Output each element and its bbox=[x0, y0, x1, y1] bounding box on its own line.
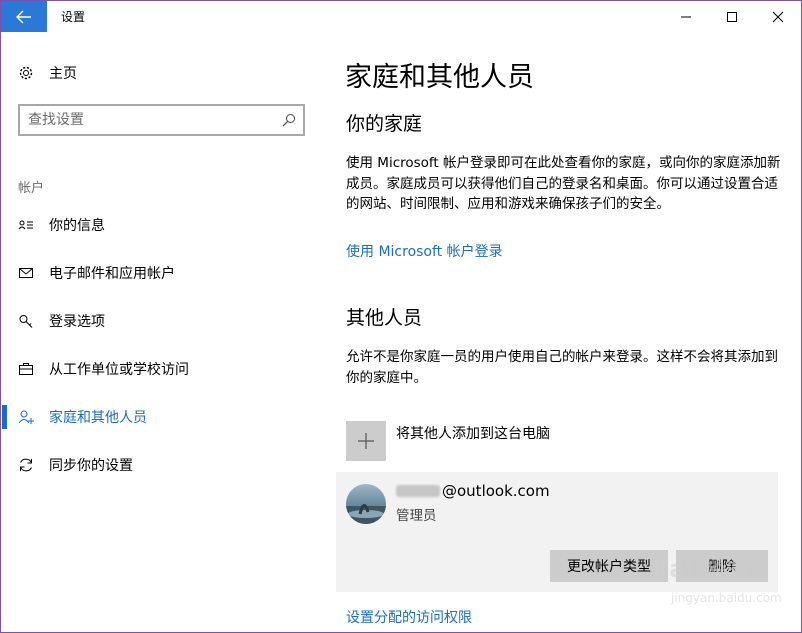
sidebar-item-label: 家庭和其他人员 bbox=[49, 410, 147, 426]
nav-home[interactable]: 主页 bbox=[17, 61, 297, 85]
key-icon bbox=[17, 312, 35, 330]
redacted-name bbox=[396, 485, 440, 497]
window-title: 设置 bbox=[61, 10, 86, 24]
search-box[interactable] bbox=[18, 104, 305, 136]
search-input[interactable] bbox=[28, 110, 268, 130]
minimize-button[interactable] bbox=[663, 1, 709, 32]
maximize-icon bbox=[727, 11, 737, 22]
close-icon bbox=[772, 11, 784, 22]
sidebar-item-family-other-people[interactable]: 家庭和其他人员 bbox=[17, 404, 307, 430]
other-people-description: 允许不是你家庭一员的用户使用自己的帐户来登录。这样不会将其添加到你的家庭中。 bbox=[346, 349, 778, 386]
add-person-button[interactable] bbox=[346, 421, 386, 461]
sidebar-item-label: 电子邮件和应用帐户 bbox=[49, 266, 175, 282]
assigned-access-link[interactable]: 设置分配的访问权限 bbox=[346, 607, 472, 627]
sidebar-item-work-school[interactable]: 从工作单位或学校访问 bbox=[17, 356, 307, 382]
avatar bbox=[346, 484, 386, 524]
sidebar-item-label: 你的信息 bbox=[49, 218, 105, 234]
contact-card-icon bbox=[17, 216, 35, 234]
maximize-button[interactable] bbox=[709, 1, 755, 32]
close-button[interactable] bbox=[755, 1, 801, 32]
section-label-accounts: 帐户 bbox=[18, 181, 45, 196]
watermark-brand: Bai 经验 bbox=[651, 555, 751, 583]
account-email-suffix: @outlook.com bbox=[442, 482, 550, 500]
page-title: 家庭和其他人员 bbox=[345, 62, 534, 93]
add-person-label[interactable]: 将其他人添加到这台电脑 bbox=[396, 423, 550, 443]
family-description: 使用 Microsoft 帐户登录即可在此处查看你的家庭，或向你的家庭添加新成员… bbox=[346, 155, 781, 212]
account-role: 管理员 bbox=[396, 508, 437, 524]
minimize-icon bbox=[681, 16, 691, 17]
gear-icon bbox=[17, 64, 35, 82]
other-people-heading: 其他人员 bbox=[346, 307, 423, 329]
plus-icon bbox=[358, 433, 374, 449]
sidebar-item-your-info[interactable]: 你的信息 bbox=[17, 212, 307, 238]
family-heading: 你的家庭 bbox=[346, 113, 423, 135]
back-button[interactable] bbox=[1, 1, 47, 32]
mail-icon bbox=[17, 264, 35, 282]
nav-home-label: 主页 bbox=[49, 66, 77, 82]
search-icon[interactable] bbox=[281, 112, 297, 128]
settings-window: 设置 主页 查找设置 帐户 你的信息 电子邮件和应用帐户 登录选项 从工作单位或… bbox=[0, 0, 802, 633]
sidebar-item-label: 同步你的设置 bbox=[49, 458, 133, 474]
sidebar-item-label: 登录选项 bbox=[49, 314, 105, 330]
sync-icon bbox=[17, 456, 35, 474]
briefcase-icon bbox=[17, 360, 35, 378]
sidebar-item-sign-in-options[interactable]: 登录选项 bbox=[17, 308, 307, 334]
title-bar: 设置 bbox=[1, 1, 801, 32]
add-person-icon bbox=[17, 408, 35, 426]
watermark: Bai 经验 jingyan.baidu.com bbox=[641, 541, 791, 621]
sign-in-microsoft-link[interactable]: 使用 Microsoft 帐户登录 bbox=[346, 241, 503, 261]
watermark-url: jingyan.baidu.com bbox=[671, 591, 782, 605]
back-arrow-icon bbox=[16, 10, 31, 23]
sidebar-item-sync-settings[interactable]: 同步你的设置 bbox=[17, 452, 307, 478]
sidebar-item-label: 从工作单位或学校访问 bbox=[49, 362, 189, 378]
account-email: @outlook.com bbox=[396, 482, 550, 500]
sidebar-item-email-accounts[interactable]: 电子邮件和应用帐户 bbox=[17, 260, 307, 286]
active-indicator bbox=[2, 405, 7, 429]
